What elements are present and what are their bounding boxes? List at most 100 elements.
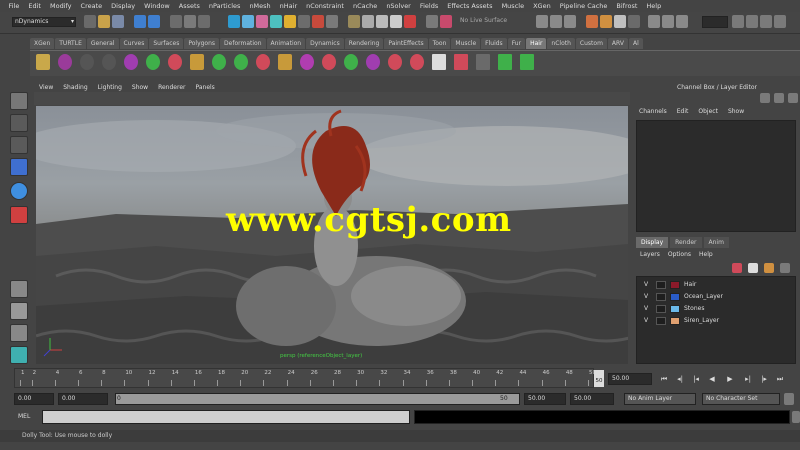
menu-nparticles[interactable]: nParticles [204, 2, 245, 10]
snap-point-icon[interactable] [376, 15, 388, 28]
command-language-label[interactable]: MEL [18, 413, 30, 420]
layer-color-swatch[interactable] [670, 317, 680, 325]
remove-icon[interactable] [256, 54, 270, 70]
step-back-key-icon[interactable]: |◂ [690, 374, 702, 385]
step-forward-frame-icon[interactable]: |▸ [758, 374, 770, 385]
render-settings-icon[interactable] [614, 15, 626, 28]
playback-start-field[interactable]: 0.00 [58, 393, 108, 405]
menu-muscle[interactable]: Muscle [497, 2, 529, 10]
rotate-tool-icon[interactable] [10, 182, 28, 200]
layer-display-type-toggle[interactable] [656, 317, 666, 325]
render-current-frame-icon[interactable] [586, 15, 598, 28]
single-perspective-layout-icon[interactable] [10, 280, 28, 298]
command-input[interactable] [42, 410, 410, 424]
redo-icon[interactable] [148, 15, 160, 28]
channel-box-menu-object[interactable]: Object [693, 108, 723, 115]
menu-edit[interactable]: Edit [24, 2, 46, 10]
attribute-editor-toggle-icon[interactable] [774, 93, 784, 103]
layer-color-swatch[interactable] [670, 293, 680, 301]
snap-grid-icon[interactable] [348, 15, 360, 28]
shelf-tab-muscle[interactable]: Muscle [451, 38, 481, 49]
shelf-tab-ncloth[interactable]: nCloth [547, 38, 575, 49]
animation-start-field[interactable]: 0.00 [14, 393, 54, 405]
menu-pipeline-cache[interactable]: Pipeline Cache [555, 2, 612, 10]
select-dynamics-icon[interactable] [312, 15, 324, 28]
snap-view-plane-icon[interactable] [390, 15, 402, 28]
viewport-menu-panels[interactable]: Panels [190, 84, 219, 91]
select-tool-icon[interactable] [10, 92, 28, 110]
shelf-tab-fluids[interactable]: Fluids [481, 38, 507, 49]
layer-color-swatch[interactable] [670, 281, 680, 289]
layer-visibility-toggle[interactable]: V [644, 305, 648, 312]
rest-position-icon[interactable] [168, 54, 182, 70]
save-scene-icon[interactable] [112, 15, 124, 28]
curve-tool-icon[interactable] [58, 54, 72, 70]
range-slider[interactable] [115, 393, 520, 405]
layer-row[interactable]: V Ocean_Layer [640, 292, 790, 302]
layer-display-type-toggle[interactable] [656, 293, 666, 301]
shelf-tab-deformation[interactable]: Deformation [220, 38, 266, 49]
open-scene-icon[interactable] [98, 15, 110, 28]
shelf-tab-dynamics[interactable]: Dynamics [306, 38, 344, 49]
preferences-icon[interactable] [784, 393, 794, 405]
select-deformations-icon[interactable] [298, 15, 310, 28]
shelf-tab-custom[interactable]: Custom [575, 38, 607, 49]
nucleus-icon[interactable] [124, 54, 138, 70]
layer-row[interactable]: V Siren_Layer [640, 316, 790, 326]
remove-icon[interactable] [410, 54, 424, 70]
brush-tool-icon[interactable] [80, 54, 94, 70]
layer-tab-render[interactable]: Render [670, 237, 702, 248]
history-icon[interactable] [426, 15, 438, 28]
play-forward-icon[interactable]: ▶ [724, 374, 736, 385]
menu-help[interactable]: Help [642, 2, 666, 10]
menu-fields[interactable]: Fields [415, 2, 442, 10]
constraint-icon[interactable] [234, 54, 248, 70]
timeline-icon[interactable] [432, 54, 446, 70]
shelf-tab-curves[interactable]: Curves [119, 38, 149, 49]
step-forward-key-icon[interactable]: ▸| [742, 374, 754, 385]
channel-box-icon[interactable] [676, 15, 688, 28]
current-time-field[interactable]: 50.00 [608, 373, 652, 385]
quick-select-field[interactable] [702, 16, 728, 28]
tool-settings-icon[interactable] [662, 15, 674, 28]
menu-nconstraint[interactable]: nConstraint [302, 2, 349, 10]
shelf-tab-animation[interactable]: Animation [266, 38, 306, 49]
menu-create[interactable]: Create [76, 2, 107, 10]
attribute-editor-icon[interactable] [648, 15, 660, 28]
cache-create-icon[interactable] [498, 54, 512, 70]
channel-box-menu-channels[interactable]: Channels [634, 108, 672, 115]
shelf-tab-general[interactable]: General [86, 38, 119, 49]
new-scene-icon[interactable] [84, 15, 96, 28]
shelf-tab-toon[interactable]: Toon [428, 38, 451, 49]
select-handles-icon[interactable] [242, 15, 254, 28]
shelf-tab-painteffects[interactable]: PaintEffects [384, 38, 428, 49]
anim-layer-select[interactable]: No Anim Layer [624, 393, 696, 405]
outliner-layout-icon[interactable] [10, 346, 28, 364]
shelf-tab-arv[interactable]: ARV [607, 38, 628, 49]
panel-toggle-icon[interactable] [746, 15, 758, 28]
playback-end-field[interactable]: 50.00 [524, 393, 566, 405]
shelf-tab-fur[interactable]: Fur [507, 38, 526, 49]
menu-nsolver[interactable]: nSolver [382, 2, 416, 10]
move-tool-icon[interactable] [10, 158, 28, 176]
render-icon[interactable] [440, 15, 452, 28]
layer-menu-options[interactable]: Options [664, 249, 695, 260]
brush-tool-icon[interactable] [102, 54, 116, 70]
select-surfaces-icon[interactable] [284, 15, 296, 28]
menu-bifrost[interactable]: Bifrost [612, 2, 642, 10]
select-rendering-icon[interactable] [326, 15, 338, 28]
select-curves-icon[interactable] [270, 15, 282, 28]
go-to-start-icon[interactable]: ⏮ [658, 374, 670, 385]
relative-transform-icon[interactable] [564, 15, 576, 28]
viewport-menu-renderer[interactable]: Renderer [153, 84, 190, 91]
panel-toggle-icon[interactable] [732, 15, 744, 28]
menu-nmesh[interactable]: nMesh [245, 2, 275, 10]
viewport-menu-view[interactable]: View [34, 84, 58, 91]
cache-icon[interactable] [366, 54, 380, 70]
layer-row[interactable]: V Hair [640, 280, 790, 290]
layer-visibility-toggle[interactable]: V [644, 281, 648, 288]
field-icon[interactable] [300, 54, 314, 70]
step-back-frame-icon[interactable]: ◂| [674, 374, 686, 385]
select-joints-icon[interactable] [256, 15, 268, 28]
menu-ncache[interactable]: nCache [348, 2, 381, 10]
